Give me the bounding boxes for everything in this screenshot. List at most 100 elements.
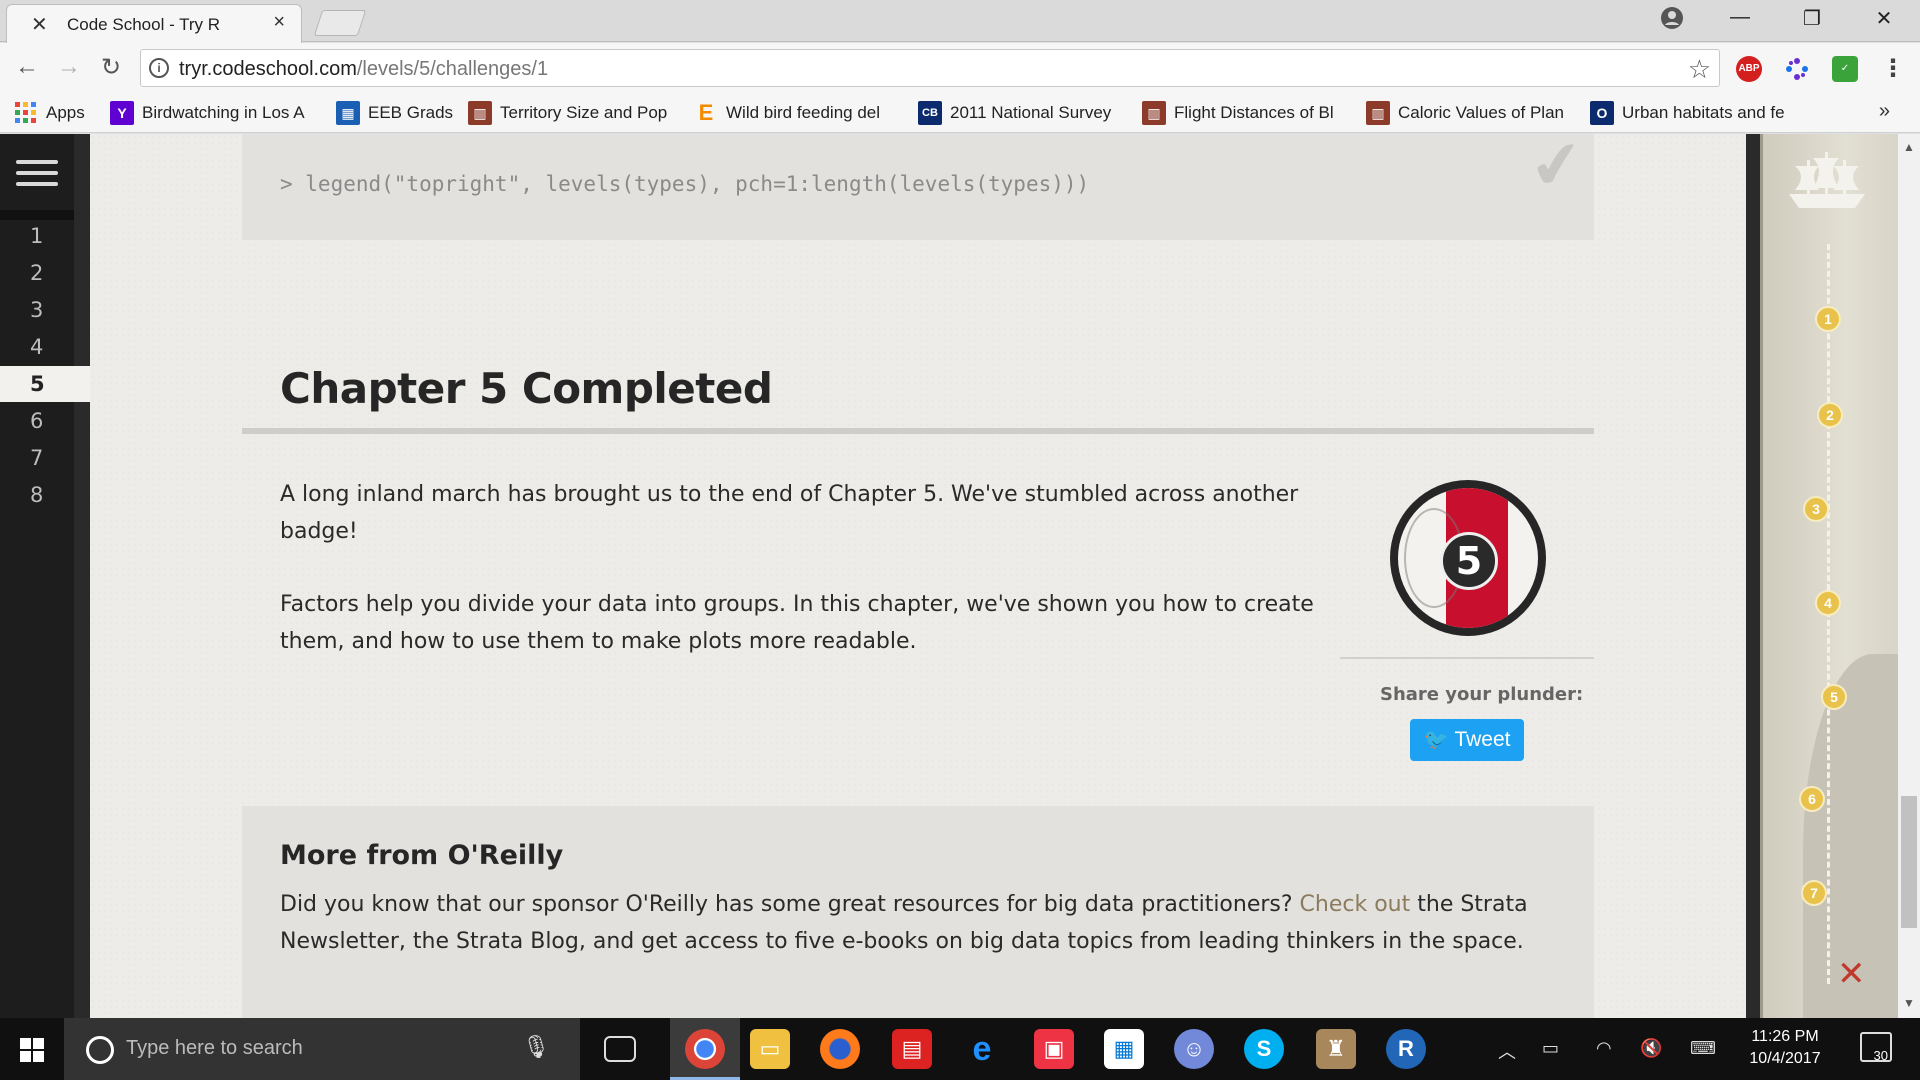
oreilly-heading: More from O'Reilly — [280, 840, 564, 871]
level-link-8[interactable]: 8 — [0, 477, 74, 513]
oreilly-text: Did you know that our sponsor O'Reilly h… — [280, 892, 1528, 954]
journal-icon: ▥ — [1366, 101, 1390, 125]
map-waypoint-4[interactable]: 4 — [1815, 590, 1841, 616]
oxford-icon: O — [1590, 101, 1614, 125]
wifi-icon[interactable]: ◠ — [1596, 1038, 1612, 1059]
window-close-icon[interactable]: ✕ — [1866, 6, 1902, 31]
share-label: Share your plunder: — [1380, 684, 1584, 705]
chrome-menu-icon[interactable]: ⋮ — [1880, 56, 1906, 82]
adblock-plus-icon[interactable]: ABP — [1736, 56, 1762, 82]
volume-muted-icon[interactable]: 🔇 — [1640, 1038, 1662, 1059]
restore-icon[interactable]: ❐ — [1794, 6, 1830, 31]
bookmark-flight-distances[interactable]: ▥ Flight Distances of Bl — [1142, 101, 1350, 125]
game-app-icon[interactable]: ♜ — [1316, 1029, 1356, 1069]
microphone-icon[interactable]: 🎙 — [522, 1034, 550, 1060]
extension-dots-icon[interactable] — [1784, 56, 1810, 82]
bookmarks-overflow-icon[interactable]: » — [1879, 100, 1890, 123]
code-line: > legend("topright", levels(types), pch=… — [280, 172, 1090, 196]
action-center-icon[interactable]: 30 — [1860, 1032, 1892, 1063]
level-link-4[interactable]: 4 — [0, 329, 74, 365]
bookmark-apps[interactable]: Apps — [14, 101, 94, 125]
bookmark-caloric-values[interactable]: ▥ Caloric Values of Plan — [1366, 101, 1572, 125]
battery-icon[interactable]: ▭ — [1542, 1038, 1559, 1059]
chrome-icon[interactable] — [685, 1029, 725, 1069]
reader-app-icon[interactable]: ▤ — [892, 1029, 932, 1069]
level-sidebar: 1 2 3 4 5 6 7 8 — [0, 134, 90, 1018]
task-view-icon[interactable] — [604, 1036, 636, 1062]
keyboard-icon[interactable]: ⌨ — [1690, 1038, 1716, 1059]
back-arrow-icon[interactable]: ← — [10, 53, 44, 81]
bookmark-birdwatching[interactable]: Y Birdwatching in Los A — [110, 101, 315, 125]
powerpoint-icon[interactable]: ▣ — [1034, 1029, 1074, 1069]
bookmark-eeb-grads[interactable]: ▦ EEB Grads — [336, 101, 456, 125]
address-bar[interactable]: i tryr.codeschool.com/levels/5/challenge… — [140, 49, 1720, 87]
minimize-icon[interactable]: — — [1722, 6, 1758, 29]
discord-icon[interactable]: ☺ — [1174, 1029, 1214, 1069]
r-app-icon[interactable]: R — [1386, 1029, 1426, 1069]
chapter-badge: 5 — [1390, 480, 1546, 636]
level-link-5[interactable]: 5 — [0, 366, 90, 402]
bookmark-urban-habitats[interactable]: O Urban habitats and fe — [1590, 101, 1796, 125]
shield-extension-icon[interactable]: ✓ — [1832, 56, 1858, 82]
level-link-1[interactable]: 1 — [0, 218, 74, 254]
lesson-content: > legend("topright", levels(types), pch=… — [90, 134, 1746, 1018]
edge-icon[interactable]: e — [962, 1029, 1002, 1069]
taskbar-search-box[interactable]: Type here to search 🎙 — [64, 1018, 580, 1080]
ship-icon — [1789, 152, 1865, 208]
chapter-summary-paragraph-2: Factors help you divide your data into g… — [280, 592, 1314, 654]
taskbar-clock[interactable]: 11:26 PM 10/4/2017 — [1740, 1026, 1830, 1070]
map-waypoint-1[interactable]: 1 — [1815, 306, 1841, 332]
elsevier-icon: E — [698, 101, 714, 125]
yahoo-icon: Y — [110, 101, 134, 125]
hamburger-menu-icon[interactable] — [16, 160, 58, 193]
bookmark-national-survey[interactable]: CB 2011 National Survey — [918, 101, 1124, 125]
forward-arrow-icon[interactable]: → — [52, 53, 86, 81]
tray-chevron-icon[interactable]: ︿ — [1498, 1038, 1516, 1064]
map-waypoint-5[interactable]: 5 — [1821, 684, 1847, 710]
checkmark-icon: ✔ — [1525, 134, 1589, 205]
oreilly-promo: More from O'Reilly Did you know that our… — [242, 806, 1594, 1018]
windows-taskbar: Type here to search 🎙 ▭ ▤ e ▣ ▦ ☺ S ♜ R … — [0, 1018, 1920, 1080]
title-divider — [242, 428, 1594, 434]
page-scrollbar[interactable]: ▲ ▼ — [1898, 134, 1920, 1018]
chapter-summary-paragraph-1: A long inland march has brought us to th… — [280, 482, 1299, 544]
census-icon: CB — [918, 101, 942, 125]
file-explorer-icon[interactable]: ▭ — [750, 1029, 790, 1069]
reload-icon[interactable]: ↻ — [94, 53, 128, 82]
tab-close-icon[interactable]: × — [273, 11, 285, 34]
badge-number: 5 — [1440, 532, 1498, 590]
windows-start-icon[interactable] — [20, 1038, 44, 1062]
firefox-icon[interactable] — [820, 1029, 860, 1069]
bookmark-wild-bird-feeding[interactable]: E Wild bird feeding del — [694, 101, 900, 125]
tweet-button[interactable]: 🐦 Tweet — [1410, 719, 1524, 761]
level-link-6[interactable]: 6 — [0, 403, 74, 439]
tab-strip: ✕ Code School - Try R × — ❐ ✕ — [0, 0, 1920, 43]
level-link-3[interactable]: 3 — [0, 292, 74, 328]
journal-icon: ▥ — [468, 101, 492, 125]
store-icon[interactable]: ▦ — [1104, 1029, 1144, 1069]
profile-icon[interactable] — [1660, 6, 1684, 30]
cortana-icon — [86, 1036, 114, 1064]
skype-icon[interactable]: S — [1244, 1029, 1284, 1069]
scrollbar-thumb[interactable] — [1901, 796, 1917, 928]
tab-title: Code School - Try R — [67, 15, 221, 34]
new-tab-button[interactable] — [313, 10, 367, 36]
calendar-icon: ▦ — [336, 101, 360, 125]
map-waypoint-7[interactable]: 7 — [1801, 880, 1827, 906]
check-out-link[interactable]: Check out — [1300, 892, 1411, 917]
search-placeholder: Type here to search — [126, 1037, 303, 1059]
map-waypoint-6[interactable]: 6 — [1799, 786, 1825, 812]
bookmark-star-icon[interactable]: ☆ — [1688, 54, 1711, 85]
map-waypoint-3[interactable]: 3 — [1803, 496, 1829, 522]
bookmark-territory-size[interactable]: ▥ Territory Size and Pop — [468, 101, 674, 125]
browser-tab[interactable]: ✕ Code School - Try R × — [6, 4, 302, 43]
url-text[interactable]: tryr.codeschool.com/levels/5/challenges/… — [179, 58, 548, 81]
progress-map: 1 2 3 4 5 6 7 ✕ — [1760, 134, 1898, 1018]
scroll-down-icon[interactable]: ▼ — [1903, 996, 1915, 1010]
map-waypoint-2[interactable]: 2 — [1817, 402, 1843, 428]
level-link-7[interactable]: 7 — [0, 440, 74, 476]
browser-toolbar: ← → ↻ i tryr.codeschool.com/levels/5/cha… — [0, 43, 1920, 93]
level-link-2[interactable]: 2 — [0, 255, 74, 291]
scroll-up-icon[interactable]: ▲ — [1903, 140, 1915, 154]
site-info-icon[interactable]: i — [149, 58, 169, 78]
